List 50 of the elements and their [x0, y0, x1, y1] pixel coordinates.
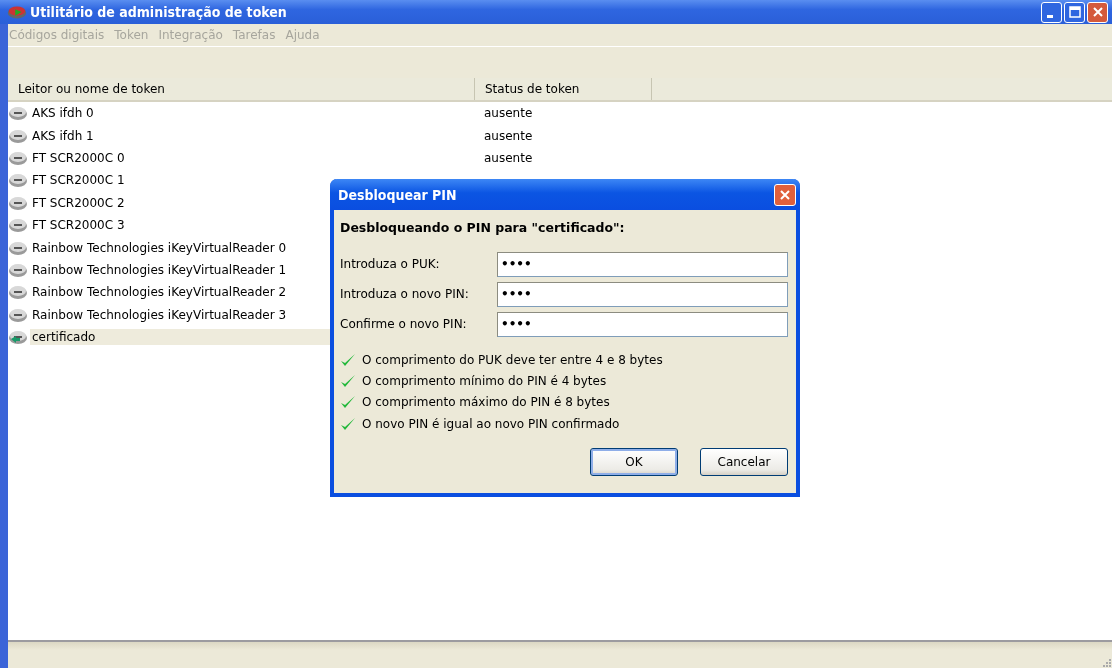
cancel-button[interactable]: Cancelar: [700, 448, 788, 477]
card-reader-icon: [8, 105, 30, 122]
password-field[interactable]: ••••: [497, 251, 788, 277]
token-name[interactable]: AKS ifdh 0: [30, 105, 96, 122]
close-button[interactable]: [1087, 1, 1108, 23]
password-field[interactable]: ••••: [497, 311, 788, 337]
card-reader-icon: [8, 172, 30, 189]
dialog-heading: Desbloqueando o PIN para "certificado":: [340, 220, 626, 235]
card-reader-icon: [8, 239, 30, 256]
maximize-button[interactable]: [1064, 1, 1085, 23]
token-name[interactable]: AKS ifdh 1: [30, 127, 96, 144]
token-status: ausente: [483, 128, 533, 143]
column-header[interactable]: Leitor ou nome de token: [8, 78, 475, 100]
card-reader-icon: [8, 217, 30, 234]
requirement-text: O comprimento do PUK deve ter entre 4 e 8 bytes: [362, 352, 663, 367]
ok-button[interactable]: OK: [590, 448, 678, 477]
maximize-icon: [1068, 6, 1081, 18]
field-label: Introduza o novo PIN:: [340, 287, 470, 301]
token-name[interactable]: Rainbow Technologies iKeyVirtualReader 0: [30, 239, 289, 256]
token-name[interactable]: FT SCR2000C 0: [30, 149, 127, 166]
token-name[interactable]: FT SCR2000C 1: [30, 172, 127, 189]
token-name[interactable]: FT SCR2000C 3: [30, 217, 127, 234]
card-reader-icon: [8, 127, 30, 144]
field-label: Introduza o PUK:: [340, 257, 441, 271]
password-field[interactable]: ••••: [497, 281, 788, 307]
close-button[interactable]: [774, 183, 796, 206]
column-header[interactable]: Status de token: [475, 78, 652, 100]
card-reader-icon: [8, 261, 30, 278]
window-title: Utilitário de administração de token: [30, 4, 288, 20]
resize-grip-icon[interactable]: [1100, 656, 1112, 668]
card-reader-icon: [8, 194, 30, 211]
token-name[interactable]: FT SCR2000C 2: [30, 194, 127, 211]
token-icon: [8, 329, 30, 346]
close-icon: [1091, 6, 1104, 18]
minimize-button[interactable]: [1041, 1, 1062, 23]
token-name[interactable]: Rainbow Technologies iKeyVirtualReader 1: [30, 261, 289, 278]
minimize-icon: [1046, 14, 1053, 18]
dialog-title: Desbloquear PIN: [338, 186, 458, 203]
token-status: ausente: [483, 150, 533, 165]
token-name[interactable]: Rainbow Technologies iKeyVirtualReader 3: [30, 306, 289, 323]
card-reader-icon: [8, 284, 30, 301]
close-icon: [779, 188, 791, 201]
card-reader-icon: [8, 149, 30, 166]
token-name[interactable]: Rainbow Technologies iKeyVirtualReader 2: [30, 284, 289, 301]
token-status: ausente: [483, 106, 533, 121]
card-reader-icon: [8, 306, 30, 323]
field-label: Confirme o novo PIN:: [340, 317, 468, 331]
requirement-text: O novo PIN é igual ao novo PIN confirmado: [362, 416, 620, 431]
requirement-text: O comprimento mínimo do PIN é 4 bytes: [362, 373, 607, 388]
requirement-text: O comprimento máximo do PIN é 8 bytes: [362, 395, 610, 410]
